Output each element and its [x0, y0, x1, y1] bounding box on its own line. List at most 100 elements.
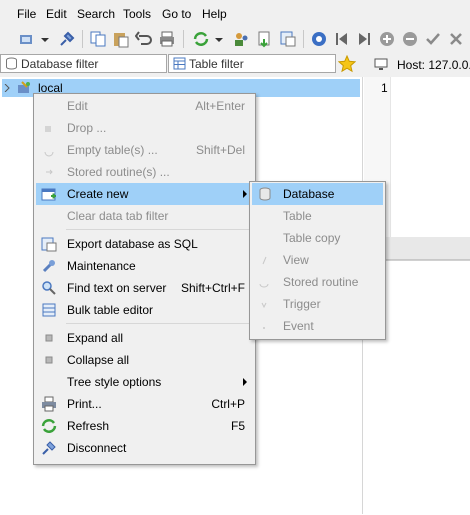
menu-item-label: Tree style options [67, 375, 162, 389]
table-filter-placeholder: Table filter [189, 57, 244, 71]
expand-arrow-icon[interactable] [4, 84, 10, 92]
table-filter-input[interactable]: Table filter [168, 54, 336, 73]
menu-item-create-new[interactable]: Create new [36, 183, 253, 205]
routine-icon [46, 169, 53, 175]
menu-item-label: Maintenance [67, 259, 136, 273]
menu-item-label: Database [283, 187, 335, 201]
menu-item-tree-style[interactable]: Tree style options [36, 371, 253, 393]
chevron-down-icon[interactable] [40, 30, 50, 48]
menu-item-label: Clear data tab filter [67, 209, 169, 223]
session-manager-icon[interactable] [18, 30, 36, 48]
submenu-item-view[interactable]: View [252, 249, 383, 271]
menu-file[interactable]: File [17, 7, 36, 21]
database-filter-placeholder: Database filter [21, 57, 99, 71]
menu-item-label: Empty table(s) ... [67, 143, 158, 157]
menu-item-print[interactable]: Print... Ctrl+P [36, 393, 253, 415]
refresh-icon[interactable] [192, 30, 210, 48]
menu-item-shortcut: Alt+Enter [195, 99, 245, 113]
close-icon[interactable] [447, 30, 465, 48]
menu-item-label: Find text on server [67, 281, 167, 295]
export-sql-icon [41, 237, 57, 252]
toolbar-separator [82, 30, 83, 48]
table-icon [173, 57, 186, 70]
menu-item-label: Create new [67, 187, 129, 201]
menu-edit[interactable]: Edit [46, 7, 67, 21]
database-icon [6, 57, 17, 70]
bulk-edit-icon [42, 303, 56, 317]
menu-goto[interactable]: Go to [162, 7, 191, 21]
menu-item-shortcut: Ctrl+P [211, 397, 245, 411]
menu-item-find-text[interactable]: Find text on server Shift+Ctrl+F [36, 277, 253, 299]
menu-item-stored-routines[interactable]: Stored routine(s) ... [36, 161, 253, 183]
help-icon[interactable] [310, 30, 328, 48]
user-manager-icon[interactable] [232, 30, 250, 48]
submenu-item-event[interactable]: Event [252, 315, 383, 337]
chevron-down-icon[interactable] [214, 30, 224, 48]
import-icon[interactable] [256, 30, 274, 48]
menu-item-shortcut: Shift+Del [195, 143, 245, 157]
star-icon[interactable] [338, 55, 356, 73]
undo-icon[interactable] [135, 30, 153, 48]
menu-item-refresh[interactable]: Refresh F5 [36, 415, 253, 437]
checkmark-icon[interactable] [424, 30, 442, 48]
menu-item-label: Drop ... [67, 121, 107, 135]
delete-record-icon[interactable] [401, 30, 419, 48]
wrench-icon [42, 260, 55, 273]
menu-item-label: Stored routine(s) ... [67, 165, 170, 179]
line-number: 1 [381, 81, 388, 95]
last-record-icon[interactable] [355, 30, 373, 48]
add-record-icon[interactable] [378, 30, 396, 48]
create-new-submenu: Database Table Table copy View Stored ro… [249, 181, 386, 340]
menu-separator [66, 229, 252, 230]
print-icon[interactable] [158, 30, 176, 48]
export-grid-icon[interactable] [279, 30, 297, 48]
expand-icon [45, 334, 53, 342]
submenu-item-table[interactable]: Table [252, 205, 383, 227]
menu-item-label: Event [283, 319, 314, 333]
menu-item-bulk-editor[interactable]: Bulk table editor [36, 299, 253, 321]
copy-icon[interactable] [89, 30, 107, 48]
menu-help[interactable]: Help [202, 7, 227, 21]
submenu-item-stored-routine[interactable]: Stored routine [252, 271, 383, 293]
menu-item-disconnect[interactable]: Disconnect [36, 437, 253, 459]
submenu-item-trigger[interactable]: Trigger [252, 293, 383, 315]
host-label: Host: 127.0.0.1 [397, 58, 470, 72]
create-new-icon [41, 188, 56, 201]
menu-item-expand-all[interactable]: Expand all [36, 327, 253, 349]
paste-icon[interactable] [112, 30, 130, 48]
tab-host[interactable]: Host: 127.0.0.1 [364, 52, 470, 78]
first-record-icon[interactable] [333, 30, 351, 48]
toolbar [0, 26, 470, 53]
search-icon [42, 281, 56, 295]
menu-search[interactable]: Search [77, 7, 115, 21]
database-icon [259, 187, 271, 201]
menu-item-label: Edit [67, 99, 88, 113]
menu-item-collapse-all[interactable]: Collapse all [36, 349, 253, 371]
toolbar-separator [303, 30, 304, 48]
menu-item-label: Expand all [67, 331, 124, 345]
menu-item-label: Stored routine [283, 275, 359, 289]
menu-item-maintenance[interactable]: Maintenance [36, 255, 253, 277]
submenu-arrow-icon [243, 190, 247, 198]
submenu-arrow-icon [243, 378, 247, 386]
menu-item-drop[interactable]: Drop ... [36, 117, 253, 139]
menu-separator [66, 323, 252, 324]
menu-item-empty-tables[interactable]: Empty table(s) ... Shift+Del [36, 139, 253, 161]
menu-item-label: Disconnect [67, 441, 127, 455]
menu-item-label: Refresh [67, 419, 110, 433]
menu-item-label: Print... [67, 397, 102, 411]
menu-tools[interactable]: Tools [123, 7, 151, 21]
database-filter-input[interactable]: Database filter [0, 54, 167, 73]
plug-icon[interactable] [58, 30, 76, 48]
print-icon [42, 396, 56, 412]
submenu-item-table-copy[interactable]: Table copy [252, 227, 383, 249]
menu-item-export-sql[interactable]: Export database as SQL [36, 233, 253, 255]
host-icon [374, 58, 388, 70]
menu-item-clear-filter[interactable]: Clear data tab filter [36, 205, 253, 227]
disconnect-icon [42, 441, 56, 455]
event-icon [263, 327, 265, 329]
menu-item-label: Table [283, 209, 312, 223]
submenu-item-database[interactable]: Database [252, 183, 383, 205]
menu-item-edit[interactable]: Edit Alt+Enter [36, 95, 253, 117]
server-icon [18, 81, 30, 93]
